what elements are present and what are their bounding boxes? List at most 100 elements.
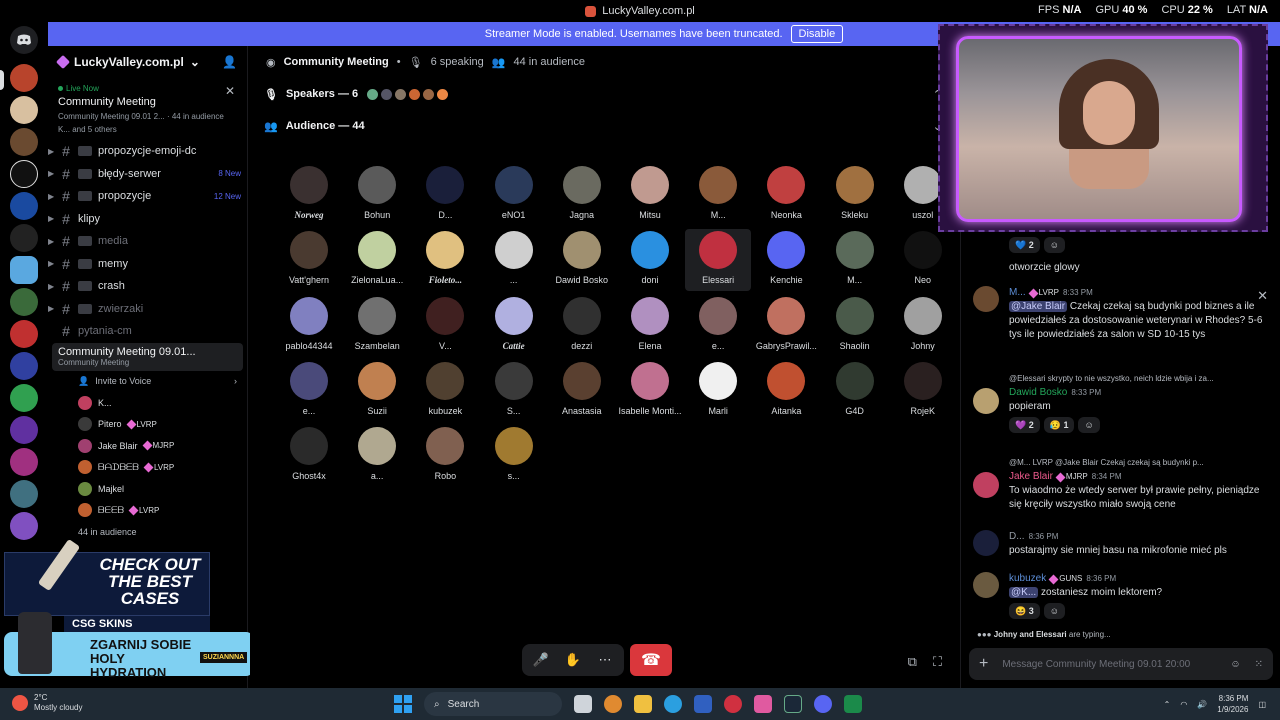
channel-klipy[interactable]: ▶ # klipy <box>48 208 247 231</box>
server-icon[interactable] <box>10 352 38 380</box>
voice-user[interactable]: Pitero LVRP <box>48 414 247 436</box>
voice-user[interactable]: Majkel <box>48 478 247 500</box>
app-icon[interactable] <box>844 695 862 713</box>
audience-member[interactable]: e... <box>276 360 342 422</box>
emoji-icon[interactable]: ☺ <box>1230 659 1240 670</box>
more-options-icon[interactable]: ⋯ <box>592 647 618 673</box>
audience-member[interactable]: ZielonaLua... <box>344 229 410 291</box>
audience-member[interactable]: M... <box>822 229 888 291</box>
audience-member[interactable]: dezzi <box>549 295 615 357</box>
outlook-icon[interactable] <box>694 695 712 713</box>
audience-member[interactable]: S... <box>481 360 547 422</box>
audience-member[interactable]: eNO1 <box>481 164 547 226</box>
speakers-section[interactable]: 🎙 Speakers — 6 ⌃ <box>250 78 960 110</box>
reaction-laugh[interactable]: 😆 3 <box>1009 603 1040 619</box>
audience-member[interactable]: Bohun <box>344 164 410 226</box>
reaction-heart[interactable]: 💙 2 <box>1009 237 1040 253</box>
audience-member[interactable]: Neo <box>890 229 956 291</box>
server-icon[interactable] <box>10 480 38 508</box>
audience-member[interactable]: Neonka <box>753 164 819 226</box>
file-icon[interactable] <box>574 695 592 713</box>
avatar[interactable] <box>973 388 999 414</box>
server-icon[interactable] <box>10 128 38 156</box>
audience-member[interactable]: Johny <box>890 295 956 357</box>
server-icon[interactable] <box>10 288 38 316</box>
message-input-placeholder[interactable]: Message Community Meeting 09.01 20:00 <box>1002 659 1190 670</box>
server-icon[interactable] <box>10 96 38 124</box>
server-icon[interactable] <box>10 224 38 252</box>
voice-channel-community-meeting[interactable]: Community Meeting 09.01... Community Mee… <box>52 342 243 371</box>
close-icon[interactable]: ✕ <box>225 84 235 98</box>
reply-preview[interactable]: @Elessari skrypty to nie wszystko, neich… <box>1009 372 1271 386</box>
audience-member[interactable]: Robo <box>412 425 478 487</box>
message-input[interactable]: + Message Community Meeting 09.01 20:00 … <box>969 648 1273 680</box>
windows-start-icon[interactable] <box>394 695 412 713</box>
audience-member[interactable]: ... <box>481 229 547 291</box>
audience-member[interactable]: Mitsu <box>617 164 683 226</box>
avatar[interactable] <box>973 530 999 556</box>
plus-icon[interactable]: + <box>979 655 988 673</box>
audience-member[interactable]: Anastasia <box>549 360 615 422</box>
add-reaction-icon[interactable]: ☺ <box>1043 603 1065 619</box>
audience-member[interactable]: s... <box>481 425 547 487</box>
channel-pytania-cm[interactable]: # pytania-cm <box>48 320 247 343</box>
invite-to-voice[interactable]: 👤 Invite to Voice › <box>48 371 247 393</box>
audience-member[interactable]: doni <box>617 229 683 291</box>
audience-member[interactable]: Ghost4x <box>276 425 342 487</box>
message-author[interactable]: M... <box>1009 286 1026 300</box>
avatar[interactable] <box>973 286 999 312</box>
live-stage-card[interactable]: Live Now Community Meeting Community Mee… <box>54 80 241 138</box>
audience-member[interactable]: Cattie <box>481 295 547 357</box>
app-icon[interactable] <box>754 695 772 713</box>
mention[interactable]: @Jake Blair <box>1009 301 1068 312</box>
audience-member[interactable]: Dawid Bosko <box>549 229 615 291</box>
message-author[interactable]: Jake Blair <box>1009 470 1053 484</box>
add-user-icon[interactable]: 👤 <box>222 55 237 69</box>
audience-member[interactable]: G4D <box>822 360 888 422</box>
audience-member[interactable]: Jagna <box>549 164 615 226</box>
weather-widget[interactable]: 2°C Mostly cloudy <box>12 693 82 713</box>
audience-member[interactable]: GabrysPrawil... <box>753 295 819 357</box>
channel-b-dy-serwer[interactable]: ▶ # błędy-serwer 8 New <box>48 163 247 186</box>
audience-member[interactable]: Elessari <box>685 229 752 292</box>
audience-member[interactable]: Fioletо... <box>412 229 478 291</box>
server-icon[interactable] <box>10 64 38 92</box>
server-header[interactable]: LuckyValley.com.pl ⌄ 👤 <box>48 46 247 78</box>
discord-home-icon[interactable] <box>10 26 38 54</box>
file-explorer-icon[interactable] <box>634 695 652 713</box>
fullscreen-icon[interactable]: ⛶ <box>933 654 942 670</box>
audience-member[interactable]: Elena <box>617 295 683 357</box>
audience-member[interactable]: a... <box>344 425 410 487</box>
channel-crash[interactable]: ▶ # crash <box>48 275 247 298</box>
channel-memy[interactable]: ▶ # memy <box>48 253 247 276</box>
steam-icon[interactable] <box>784 695 802 713</box>
audience-member[interactable]: Skleku <box>822 164 888 226</box>
message-author[interactable]: Dawid Bosko <box>1009 386 1067 400</box>
voice-user[interactable]: K... <box>48 392 247 414</box>
server-icon[interactable] <box>10 416 38 444</box>
channel-zwierzaki[interactable]: ▶ # zwierzaki <box>48 298 247 321</box>
clock[interactable]: 8:36 PM 1/9/2026 <box>1217 693 1248 715</box>
message-author[interactable]: kubuzek <box>1009 572 1046 586</box>
audience-member[interactable]: M... <box>685 164 751 226</box>
audience-member[interactable]: Vatt'ghern <box>276 229 342 291</box>
discord-icon[interactable] <box>814 695 832 713</box>
server-icon[interactable] <box>10 320 38 348</box>
channel-propozycje[interactable]: ▶ # propozycje 12 New <box>48 185 247 208</box>
avatar[interactable] <box>973 572 999 598</box>
audience-member[interactable]: RojeK <box>890 360 956 422</box>
taskbar-search[interactable]: ⌕ Search <box>424 692 562 716</box>
channel-media[interactable]: ▶ # media <box>48 230 247 253</box>
server-icon[interactable] <box>10 448 38 476</box>
disable-button[interactable]: Disable <box>790 25 844 43</box>
audience-member[interactable]: Norweg <box>276 164 342 226</box>
audience-member[interactable]: D... <box>412 164 478 226</box>
mute-mic-icon[interactable]: 🎤 <box>528 647 554 673</box>
audience-member[interactable]: Marli <box>685 360 751 422</box>
audience-member[interactable]: Aitanka <box>753 360 819 422</box>
audience-member[interactable]: kubuzek <box>412 360 478 422</box>
voice-user[interactable]: Jake Blair MJRP <box>48 435 247 457</box>
server-icon[interactable] <box>10 256 38 284</box>
raise-hand-icon[interactable]: ✋ <box>560 647 586 673</box>
audience-member[interactable]: pablo44344 <box>276 295 342 357</box>
